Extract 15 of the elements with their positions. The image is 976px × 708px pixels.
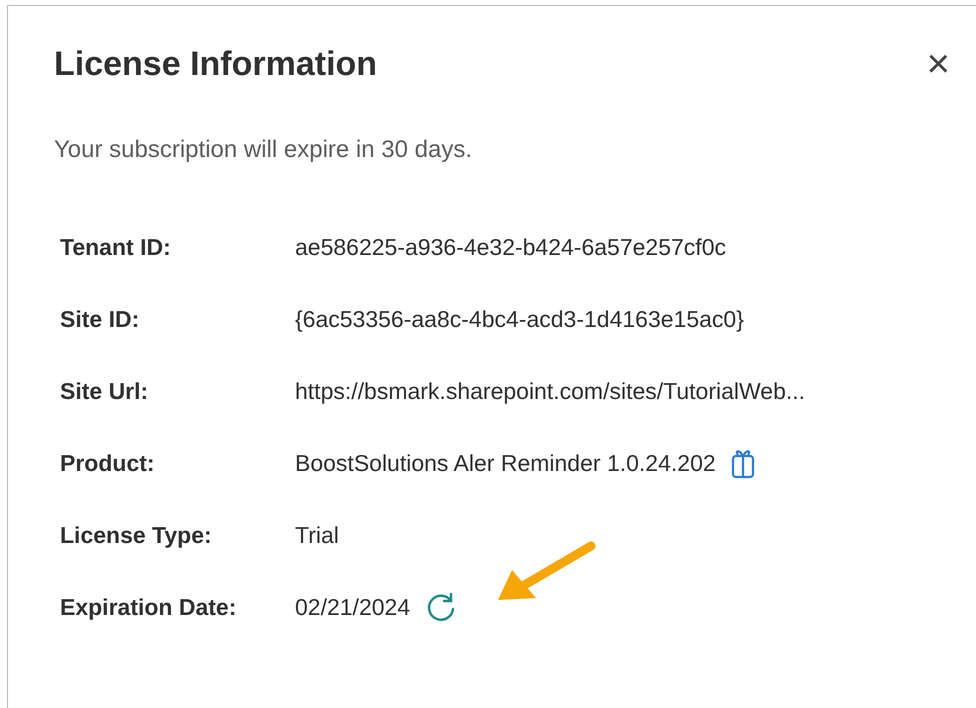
field-value: Trial: [295, 522, 339, 548]
field-label: Tenant ID:: [60, 232, 172, 262]
field-label: Site Url:: [60, 376, 150, 406]
field-value: BoostSolutions Aler Reminder 1.0.24.202: [295, 450, 716, 476]
close-button[interactable]: ×: [926, 44, 950, 84]
field-value: ae586225-a936-4e32-b424-6a57e257cf0c: [295, 234, 726, 260]
field-label: Product:: [60, 448, 156, 478]
expiry-message: Your subscription will expire in 30 days.: [54, 136, 473, 164]
field-label: License Type:: [60, 520, 213, 550]
field-value: 02/21/2024: [295, 594, 410, 620]
field-value: {6ac53356-aa8c-4bc4-acd3-1d4163e15ac0}: [295, 306, 744, 332]
field-label: Expiration Date:: [60, 592, 238, 622]
dialog-title: License Information: [54, 44, 378, 84]
field-label: Site ID:: [60, 304, 140, 334]
field-value: https://bsmark.sharepoint.com/sites/TutorialWeb...: [295, 378, 806, 404]
